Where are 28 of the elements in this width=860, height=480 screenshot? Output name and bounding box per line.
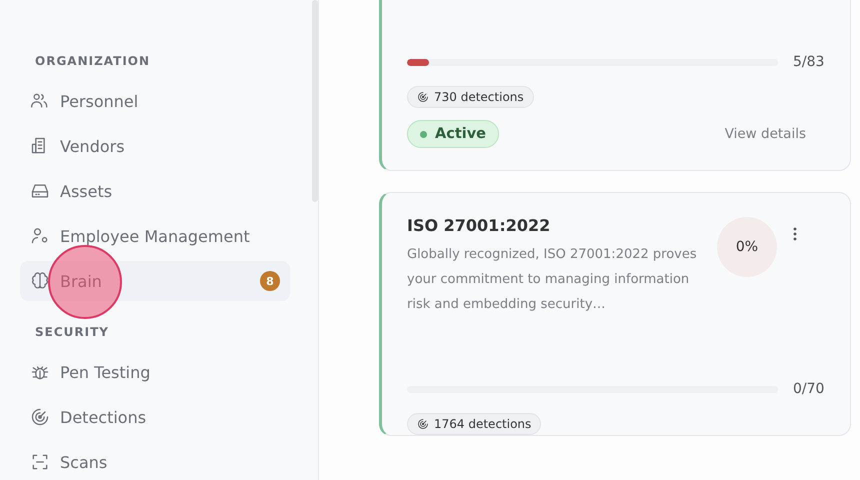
scrollbar[interactable] xyxy=(312,0,318,202)
section-heading: SECURITY xyxy=(34,324,110,341)
progress-count: 5/83 xyxy=(793,54,826,70)
sidebar-item[interactable]: Assets xyxy=(20,171,290,211)
scan-icon xyxy=(30,452,50,472)
detections-chip: 730 detections xyxy=(407,86,534,108)
sidebar-item[interactable]: Scans xyxy=(20,442,290,480)
more-icon[interactable] xyxy=(793,227,797,241)
sidebar-item[interactable]: Personnel xyxy=(20,81,290,121)
card-title: ISO 27001:2022 xyxy=(407,216,552,235)
brain-icon xyxy=(30,271,50,291)
sidebar-item[interactable]: Brain 8 xyxy=(20,261,290,301)
sidebar-item[interactable]: Detections xyxy=(20,397,290,437)
count-badge: 8 xyxy=(260,271,280,291)
card-description: Globally recognized, ISO 27001:2022 proves your commitment to managing information risk and embedding security… xyxy=(407,246,698,314)
progress-count: 0/70 xyxy=(793,381,826,397)
radar-icon xyxy=(417,91,429,103)
user-gear-icon xyxy=(30,226,50,246)
radar-icon xyxy=(30,407,50,427)
detections-chip: 1764 detections xyxy=(407,413,542,435)
section-heading: ORGANIZATION xyxy=(34,53,152,70)
percent-circle: 0% xyxy=(717,217,777,277)
radar-icon xyxy=(417,418,429,430)
view-details-link[interactable]: View details xyxy=(724,126,806,142)
sidebar-item[interactable]: Employee Management xyxy=(20,216,290,256)
sidebar-item[interactable]: Pen Testing xyxy=(20,352,290,392)
status-pill: Active xyxy=(407,120,500,148)
sidebar-item[interactable]: Vendors xyxy=(20,126,290,166)
